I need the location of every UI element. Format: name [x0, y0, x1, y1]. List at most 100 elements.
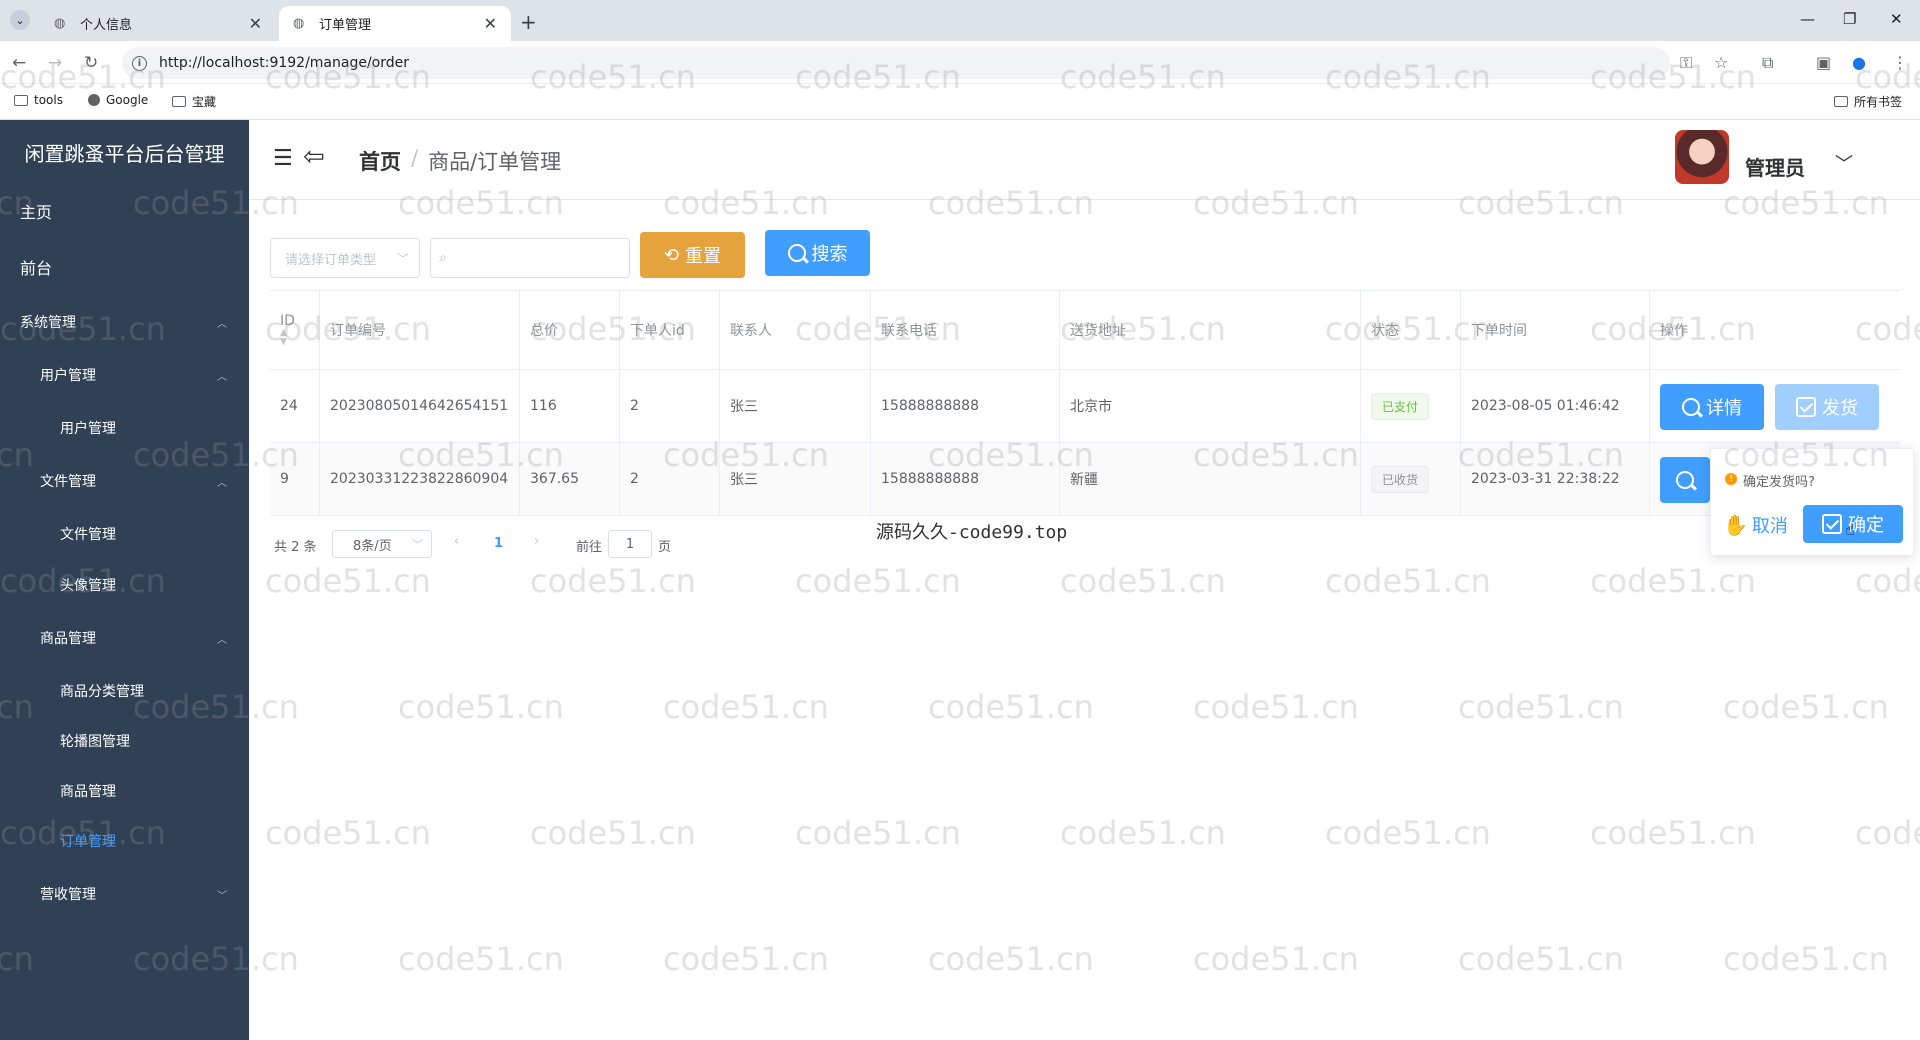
page-size-select[interactable]: 8条/页 ﹀: [332, 530, 432, 558]
sidebar-item-user-group[interactable]: 用户管理 ︿: [0, 350, 249, 400]
sidebar-item-file-group[interactable]: 文件管理 ︿: [0, 456, 249, 506]
menu-label: 前台: [20, 259, 53, 278]
browser-tab-profile[interactable]: ◍ 个人信息 ✕: [40, 6, 276, 41]
forward-icon[interactable]: →: [48, 53, 62, 73]
menu-label: 文件管理: [60, 527, 116, 543]
back-arrow-icon[interactable]: ⇦: [303, 142, 325, 172]
chevron-up-icon: ︿: [217, 477, 227, 489]
folder-icon: [1834, 96, 1848, 107]
all-bookmarks[interactable]: 所有书签: [1834, 93, 1902, 110]
watermark-text: code51.cn: [1590, 562, 1756, 600]
column-header-total: 总价: [520, 291, 620, 369]
bookmark-label: 宝藏: [192, 95, 217, 109]
sidebar-item-revenue[interactable]: 营收管理 ﹀: [0, 869, 249, 919]
pagination: 共 2 条 8条/页 ﹀ ‹ 1 › 前往 1 页: [274, 530, 694, 558]
site-info-icon[interactable]: i: [132, 55, 147, 71]
new-tab-icon[interactable]: +: [520, 10, 537, 34]
sidebar-item-files[interactable]: 文件管理: [0, 509, 249, 559]
next-page-icon[interactable]: ›: [534, 534, 539, 549]
bookmark-google[interactable]: Google: [88, 93, 148, 107]
close-tab-icon[interactable]: ✕: [249, 14, 262, 33]
side-panel-icon[interactable]: ▣: [1816, 53, 1831, 72]
close-window-icon[interactable]: ✕: [1890, 10, 1903, 28]
cell-time: 2023-08-05 01:46:42: [1461, 370, 1650, 442]
bookmark-star-icon[interactable]: ☆: [1714, 53, 1728, 72]
close-tab-icon[interactable]: ✕: [484, 14, 497, 33]
user-name[interactable]: 管理员: [1745, 152, 1805, 181]
column-header-status: 状态: [1361, 291, 1461, 369]
header-label: 下单人id: [630, 323, 685, 339]
cancel-button[interactable]: ✋ 取消: [1723, 507, 1797, 543]
reload-icon[interactable]: ↻: [84, 53, 98, 73]
search-button[interactable]: 搜索: [765, 230, 870, 276]
sidebar-item-goods[interactable]: 商品管理: [0, 766, 249, 816]
header-label: 联系电话: [881, 323, 937, 339]
goto-value: 1: [625, 536, 635, 552]
chevron-up-icon: ︿: [217, 371, 227, 383]
goto-page-input[interactable]: 1: [608, 530, 652, 558]
menu-label: 文件管理: [40, 474, 96, 490]
menu-toggle-icon[interactable]: ☰: [273, 146, 293, 171]
sidebar-item-categories[interactable]: 商品分类管理: [0, 666, 249, 716]
watermark-text: code51.cn: [1458, 940, 1624, 978]
sidebar-item-carousel[interactable]: 轮播图管理: [0, 716, 249, 766]
globe-icon: ◍: [54, 16, 66, 31]
chevron-down-icon[interactable]: ﹀: [1835, 150, 1853, 176]
ship-button[interactable]: 发货: [1775, 384, 1879, 430]
cell-contact: 张三: [720, 443, 871, 515]
menu-label: 订单管理: [60, 834, 116, 850]
cell-total: 116: [520, 370, 620, 442]
page-number-current[interactable]: 1: [494, 536, 503, 551]
page-size-value: 8条/页: [353, 538, 392, 554]
avatar[interactable]: [1675, 130, 1729, 184]
detail-button[interactable]: [1660, 457, 1710, 503]
back-icon[interactable]: ←: [12, 53, 26, 73]
cell-id: 24: [270, 370, 320, 442]
sidebar-item-orders[interactable]: 订单管理: [0, 816, 249, 866]
menu-label: 商品管理: [60, 784, 116, 800]
omnibox[interactable]: i http://localhost:9192/manage/order: [122, 47, 1670, 79]
column-header-contact: 联系人: [720, 291, 871, 369]
order-type-select[interactable]: 请选择订单类型 ﹀: [270, 238, 420, 278]
breadcrumb-home[interactable]: 首页: [359, 146, 401, 176]
sidebar: 闲置跳蚤平台后台管理 主页 前台 系统管理 ︿ 用户管理 ︿ 用户管理 文件管理 ︿ …: [0, 120, 249, 1040]
watermark-text: code51.cn: [1590, 814, 1756, 852]
profile-icon[interactable]: ●: [1852, 53, 1866, 72]
sidebar-item-users[interactable]: 用户管理: [0, 403, 249, 453]
key-icon[interactable]: ⚿: [1680, 53, 1692, 73]
column-header-id[interactable]: ID ▲ ▼: [270, 291, 320, 369]
browser-tab-orders[interactable]: ◍ 订单管理 ✕: [279, 6, 511, 41]
reset-button[interactable]: ⟲ 重置: [640, 232, 745, 278]
watermark-text: code51.cn: [530, 562, 696, 600]
cell-user-id: 2: [620, 443, 720, 515]
sidebar-item-goods-group[interactable]: 商品管理 ︿: [0, 613, 249, 663]
watermark-text: code51.cn: [663, 940, 829, 978]
bookmark-treasure[interactable]: 宝藏: [172, 93, 216, 110]
minimize-icon[interactable]: —: [1800, 10, 1815, 28]
ship-popconfirm: ! 确定发货吗? ✋ 取消 确定: [1710, 448, 1914, 556]
extensions-icon[interactable]: ⧉: [1762, 53, 1773, 73]
sidebar-item-system[interactable]: 系统管理 ︿: [0, 297, 249, 347]
watermark-text: code51.cn: [265, 814, 431, 852]
watermark-text: code51.cn: [1060, 814, 1226, 852]
detail-button[interactable]: 详情: [1660, 384, 1764, 430]
watermark-text: code51.cn: [265, 562, 431, 600]
prev-page-icon[interactable]: ‹: [454, 534, 459, 549]
bookmark-tools[interactable]: tools: [14, 93, 63, 107]
search-icon: ⌕: [439, 250, 447, 266]
sidebar-item-frontend[interactable]: 前台: [0, 242, 249, 292]
restore-icon[interactable]: ❐: [1843, 10, 1856, 28]
table-header: ID ▲ ▼ 订单编号 总价 下单人id 联系人 联系电话 送货地址 状态 下单时间…: [270, 290, 1900, 370]
tab-search-icon[interactable]: ⌄: [10, 10, 30, 30]
search-input[interactable]: ⌕: [430, 238, 630, 278]
watermark-text: code51.cn: [1723, 940, 1889, 978]
sidebar-item-home[interactable]: 主页: [0, 186, 249, 236]
sidebar-item-avatars[interactable]: 头像管理: [0, 560, 249, 610]
mouse-cursor-icon: ☝: [1845, 520, 1855, 539]
sort-icon[interactable]: ▲ ▼: [280, 329, 287, 347]
cell-time: 2023-03-31 22:38:22: [1461, 443, 1650, 515]
chrome-menu-icon[interactable]: ⋮: [1892, 53, 1908, 72]
header-label: 订单编号: [330, 323, 386, 339]
globe-icon: ◍: [293, 16, 305, 31]
check-square-icon: [1796, 397, 1816, 417]
